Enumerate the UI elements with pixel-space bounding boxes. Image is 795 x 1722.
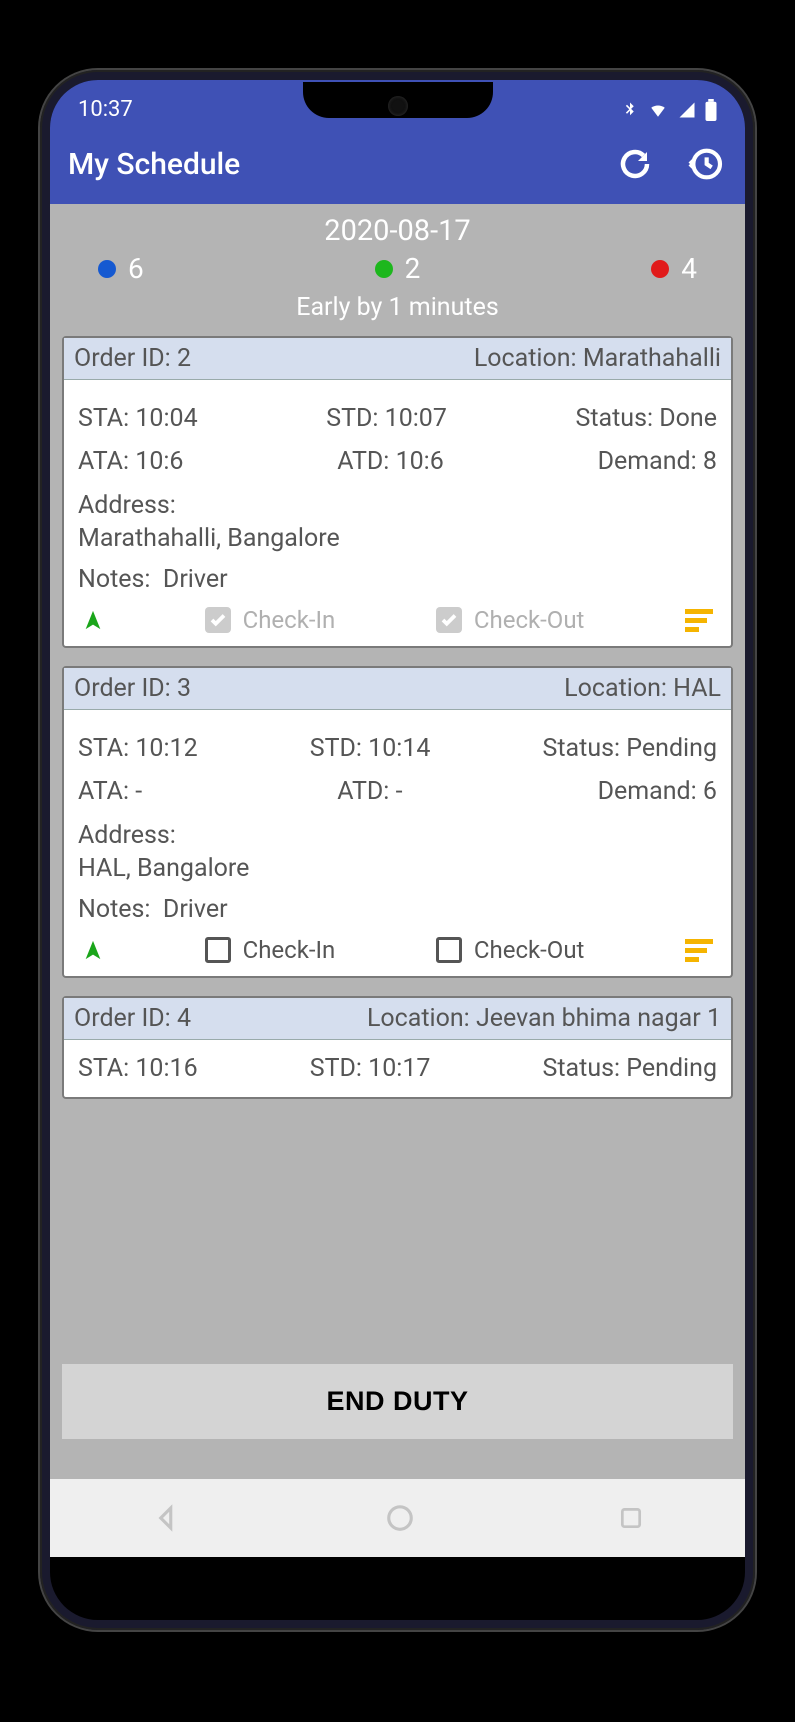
refresh-icon[interactable] [617,146,653,182]
count-pending: 4 [651,252,697,285]
android-nav-bar [50,1479,745,1557]
checkbox-checked-icon [436,607,462,633]
order-list[interactable]: Order ID: 2 Location: Marathahalli STA: … [50,336,745,1346]
check-out-group[interactable]: Check-Out [436,936,585,964]
order-notes: Notes: Driver [78,565,717,594]
check-in-group[interactable]: Check-In [205,606,336,634]
checkbox-empty-icon [436,937,462,963]
status-icons [621,98,717,122]
status-time: 10:37 [78,97,133,122]
order-card[interactable]: Order ID: 4 Location: Jeevan bhima nagar… [62,996,733,1099]
summary-bar: 2020-08-17 6 2 4 Early by 1 minutes [50,204,745,336]
wifi-icon [647,101,669,119]
bluetooth-icon [621,98,639,122]
order-address: Address: Marathahalli, Bangalore [78,490,717,555]
order-card-header: Order ID: 3 Location: HAL [64,668,731,710]
signal-icon [677,101,697,119]
battery-icon [705,99,717,121]
back-icon[interactable] [152,1503,182,1533]
checkbox-empty-icon [205,937,231,963]
order-card-header: Order ID: 4 Location: Jeevan bhima nagar… [64,998,731,1040]
checkbox-checked-icon [205,607,231,633]
recent-icon[interactable] [618,1505,644,1531]
summary-date: 2020-08-17 [50,214,745,248]
home-icon[interactable] [385,1503,415,1533]
count-done: 2 [375,252,421,285]
order-address: Address: HAL, Bangalore [78,820,717,885]
end-duty-button[interactable]: END DUTY [62,1364,733,1439]
details-icon[interactable] [685,609,713,632]
order-card-header: Order ID: 2 Location: Marathahalli [64,338,731,380]
dot-blue-icon [98,260,116,278]
app-bar: My Schedule [50,124,745,204]
dot-red-icon [651,260,669,278]
details-icon[interactable] [685,939,713,962]
navigate-icon[interactable] [82,608,104,632]
order-card[interactable]: Order ID: 3 Location: HAL STA: 10:12 STD… [62,666,733,978]
navigate-icon[interactable] [82,938,104,962]
dot-green-icon [375,260,393,278]
check-out-group[interactable]: Check-Out [436,606,585,634]
summary-note: Early by 1 minutes [50,293,745,322]
order-card[interactable]: Order ID: 2 Location: Marathahalli STA: … [62,336,733,648]
check-in-group[interactable]: Check-In [205,936,336,964]
count-total: 6 [98,252,144,285]
order-notes: Notes: Driver [78,895,717,924]
page-title: My Schedule [68,147,240,182]
history-icon[interactable] [685,144,725,184]
